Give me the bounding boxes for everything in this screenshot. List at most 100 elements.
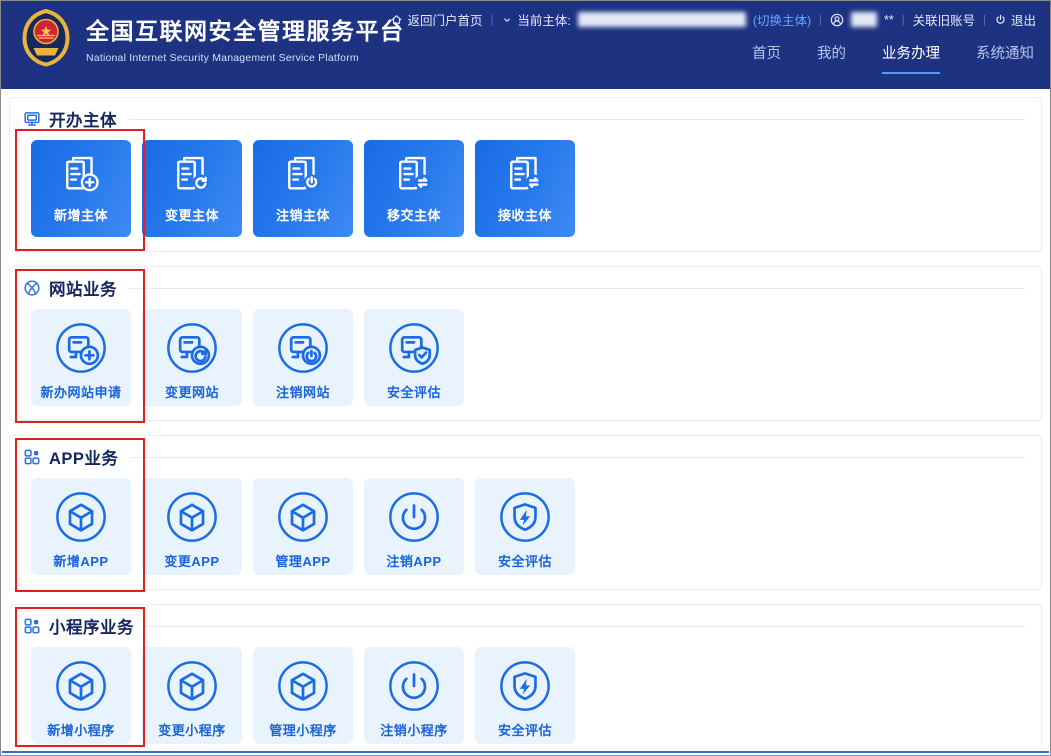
card-new-website-application[interactable]: 新办网站申请 — [31, 309, 131, 406]
card-cancel-entity[interactable]: 注销主体 — [253, 140, 353, 237]
portal-home-link[interactable]: 返回门户首页 — [390, 10, 482, 29]
power-circle-icon — [387, 490, 441, 544]
user-icon — [830, 13, 844, 26]
section-app-services: APP业务新增APP 变更APP 管理APP 注销APP 安全评估 — [9, 435, 1042, 592]
card-label: 变更主体 — [164, 208, 219, 223]
separator: | — [983, 13, 986, 26]
separator: | — [490, 13, 494, 26]
redacted-entity-name — [577, 12, 746, 27]
separator: | — [819, 13, 823, 26]
app-cube-icon — [54, 659, 108, 713]
section-title: APP业务 — [49, 450, 119, 468]
card-change-entity[interactable]: 变更主体 — [142, 140, 242, 237]
card-row: 新增APP 变更APP 管理APP 注销APP 安全评估 — [31, 478, 1029, 575]
entity-add-icon — [58, 152, 104, 198]
card-security-assessment-website[interactable]: 安全评估 — [364, 309, 464, 406]
card-row: 新办网站申请 变更网站 注销网站 安全评估 — [31, 309, 1029, 406]
entity-receive-icon — [502, 152, 548, 198]
card-change-miniprogram[interactable]: 变更小程序 — [142, 647, 242, 744]
current-entity-label: 当前主体: — [517, 14, 571, 28]
grid-icon — [23, 617, 41, 635]
shield-bolt-icon — [498, 659, 552, 713]
shield-bolt-icon — [498, 490, 552, 544]
home-icon — [392, 15, 402, 24]
card-label: 管理APP — [275, 554, 331, 569]
card-label: 移交主体 — [386, 208, 441, 223]
logout-link[interactable]: 退出 — [994, 10, 1036, 29]
app-cube-icon — [54, 490, 108, 544]
nav-system-notices[interactable]: 系统通知 — [976, 42, 1034, 74]
card-cancel-website[interactable]: 注销网站 — [253, 309, 353, 406]
section-divider — [129, 287, 1025, 289]
card-add-app[interactable]: 新增APP — [31, 478, 131, 575]
logout-label: 退出 — [1010, 14, 1036, 28]
entity-transfer-icon — [391, 152, 437, 198]
nav-business-handling[interactable]: 业务办理 — [882, 42, 940, 74]
app-cube-icon — [276, 659, 330, 713]
section-title: 小程序业务 — [49, 619, 134, 637]
monitor-icon — [23, 110, 41, 128]
website-refresh-icon — [165, 321, 219, 375]
card-security-assessment-miniprogram[interactable]: 安全评估 — [475, 647, 575, 744]
app-cube-icon — [165, 490, 219, 544]
power-circle-icon — [387, 659, 441, 713]
card-label: 新增主体 — [53, 208, 108, 223]
card-label: 变更网站 — [164, 385, 219, 400]
section-miniprogram-services: 小程序业务新增小程序 变更小程序 管理小程序 注销小程序 安全评估 — [9, 604, 1042, 755]
entity-power-icon — [280, 152, 326, 198]
top-utility-bar: 返回门户首页 | 当前主体: (切换主体) | ** | 关联旧账号 | 退出 — [390, 10, 1036, 29]
app-header: 全国互联网安全管理服务平台 National Internet Security… — [1, 1, 1050, 89]
card-transfer-entity[interactable]: 移交主体 — [364, 140, 464, 237]
card-row: 新增小程序 变更小程序 管理小程序 注销小程序 安全评估 — [31, 647, 1029, 744]
card-label: 注销网站 — [275, 385, 330, 400]
card-label: 管理小程序 — [269, 723, 337, 738]
platform-title: 全国互联网安全管理服务平台 — [86, 18, 405, 44]
brand-text: 全国互联网安全管理服务平台 National Internet Security… — [86, 12, 405, 64]
card-label: 注销主体 — [275, 208, 330, 223]
platform-subtitle: National Internet Security Management Se… — [86, 52, 359, 64]
masked-username-suffix: ** — [884, 12, 894, 27]
card-label: 安全评估 — [386, 385, 441, 400]
card-manage-miniprogram[interactable]: 管理小程序 — [253, 647, 353, 744]
section-divider — [129, 118, 1025, 120]
card-security-assessment-app[interactable]: 安全评估 — [475, 478, 575, 575]
link-old-account[interactable]: 关联旧账号 — [913, 10, 976, 29]
card-manage-app[interactable]: 管理APP — [253, 478, 353, 575]
card-label: 变更APP — [164, 554, 220, 569]
card-label: 新增小程序 — [47, 723, 115, 738]
globe-icon — [23, 279, 41, 297]
card-label: 新办网站申请 — [40, 385, 122, 400]
card-label: 新增APP — [53, 554, 109, 569]
footer-divider — [2, 751, 1049, 753]
card-receive-entity[interactable]: 接收主体 — [475, 140, 575, 237]
switch-entity-link[interactable]: (切换主体) — [753, 10, 811, 29]
section-divider — [130, 456, 1025, 458]
nav-mine[interactable]: 我的 — [817, 42, 846, 74]
nav-home[interactable]: 首页 — [752, 42, 781, 74]
card-label: 安全评估 — [497, 723, 552, 738]
power-icon — [996, 14, 1005, 24]
card-add-miniprogram[interactable]: 新增小程序 — [31, 647, 131, 744]
section-title: 网站业务 — [49, 281, 117, 299]
app-cube-icon — [276, 490, 330, 544]
card-add-entity[interactable]: 新增主体 — [31, 140, 131, 237]
separator: | — [901, 13, 905, 26]
main-nav: 首页 我的 业务办理 系统通知 — [752, 42, 1034, 74]
card-change-website[interactable]: 变更网站 — [142, 309, 242, 406]
chevron-down-icon — [504, 17, 511, 22]
current-entity-dropdown[interactable]: 当前主体: — [501, 10, 571, 29]
website-shield-icon — [387, 321, 441, 375]
content-area: 开办主体 新增主体 变更主体 注销主体 移交主体 接收主体 网站业务 新办网站申请 变更网站 注销… — [1, 89, 1050, 755]
card-cancel-miniprogram[interactable]: 注销小程序 — [364, 647, 464, 744]
section-website-services: 网站业务新办网站申请 变更网站 注销网站 安全评估 — [9, 266, 1042, 423]
website-add-icon — [54, 321, 108, 375]
entity-refresh-icon — [169, 152, 215, 198]
card-label: 接收主体 — [497, 208, 552, 223]
card-change-app[interactable]: 变更APP — [142, 478, 242, 575]
police-badge-logo — [19, 8, 73, 68]
section-divider — [146, 625, 1025, 627]
card-cancel-app[interactable]: 注销APP — [364, 478, 464, 575]
card-label: 变更小程序 — [158, 723, 226, 738]
section-business-entity: 开办主体 新增主体 变更主体 注销主体 移交主体 接收主体 — [9, 97, 1042, 252]
card-label: 安全评估 — [497, 554, 552, 569]
